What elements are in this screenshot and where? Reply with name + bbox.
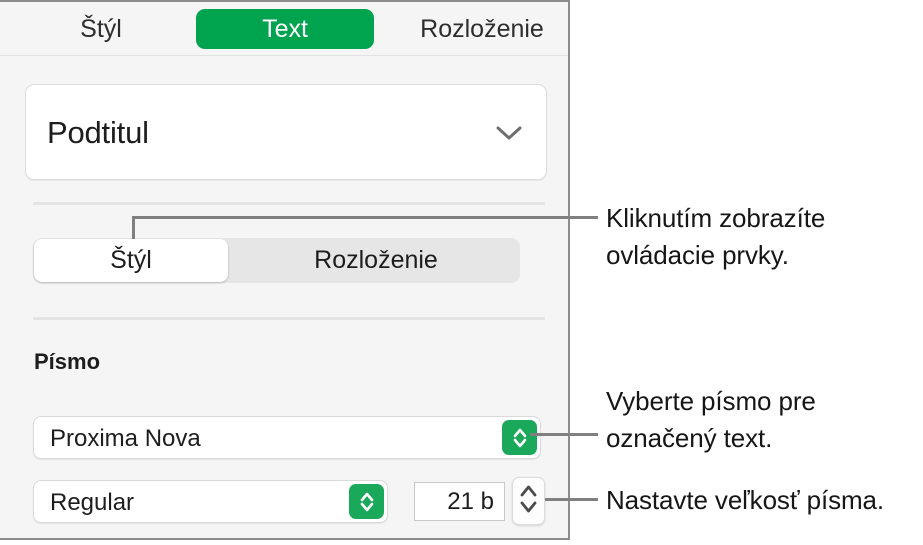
font-size-stepper[interactable]: [512, 477, 545, 525]
callout-line-font-family: [530, 433, 598, 436]
tab-style[interactable]: Štýl: [40, 9, 162, 49]
callout-line-font-size: [545, 498, 598, 501]
font-family-up-down-chevron-icon[interactable]: [502, 420, 537, 455]
text-inspector-panel: Štýl Text Rozloženie Podtitul Štýl Rozlo…: [0, 0, 570, 540]
font-size-up-down-chevron-icon[interactable]: [516, 478, 541, 525]
callout-line-controls-vertical: [132, 216, 135, 239]
callout-text-font-family: Vyberte písmo pre označený text.: [606, 383, 916, 457]
tab-layout[interactable]: Rozloženie: [392, 9, 572, 49]
paragraph-style-popup-button[interactable]: Podtitul: [25, 84, 547, 180]
font-size-input[interactable]: 21 b: [414, 482, 505, 521]
callout-text-controls: Kliknutím zobrazíte ovládacie prvky.: [606, 200, 916, 274]
font-style-up-down-chevron-icon[interactable]: [349, 484, 384, 519]
callout-line-controls: [132, 216, 598, 219]
font-style-popup-button[interactable]: Regular: [33, 480, 388, 523]
segment-style[interactable]: Štýl: [34, 239, 228, 282]
callout-text-font-size: Nastavte veľkosť písma.: [606, 482, 923, 519]
font-family-popup-button[interactable]: Proxima Nova: [33, 416, 541, 459]
font-style-value: Regular: [50, 489, 134, 517]
inspector-tab-bar: Štýl Text Rozloženie: [0, 2, 568, 56]
segment-layout[interactable]: Rozloženie: [233, 239, 519, 282]
divider-middle: [33, 317, 545, 320]
font-size-value: 21 b: [447, 488, 494, 516]
paragraph-style-value: Podtitul: [47, 115, 149, 151]
tab-text[interactable]: Text: [196, 9, 374, 49]
font-family-value: Proxima Nova: [50, 425, 201, 453]
style-layout-segmented-control: Štýl Rozloženie: [33, 238, 520, 283]
font-section-heading: Písmo: [34, 349, 100, 375]
divider-top: [33, 202, 545, 205]
chevron-down-icon: [494, 123, 524, 143]
